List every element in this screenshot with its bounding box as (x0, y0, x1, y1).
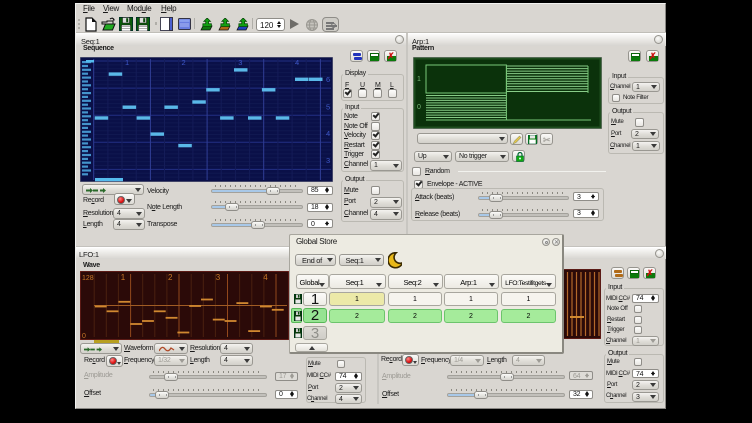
svg-text:3: 3 (238, 58, 242, 67)
svg-text:2: 2 (168, 273, 173, 282)
svg-text:128: 128 (82, 275, 94, 282)
svg-text:2: 2 (182, 58, 186, 67)
svg-text:3: 3 (216, 273, 221, 282)
svg-text:5: 5 (326, 102, 330, 111)
svg-text:0: 0 (417, 104, 421, 111)
svg-text:3: 3 (326, 156, 330, 165)
svg-text:4: 4 (326, 129, 330, 138)
svg-text:1: 1 (417, 76, 421, 83)
svg-text:4: 4 (263, 273, 268, 282)
svg-text:6: 6 (326, 75, 330, 84)
svg-text:0: 0 (82, 333, 86, 340)
svg-text:1: 1 (121, 273, 126, 282)
svg-text:4: 4 (295, 58, 299, 67)
svg-text:1: 1 (125, 58, 129, 67)
